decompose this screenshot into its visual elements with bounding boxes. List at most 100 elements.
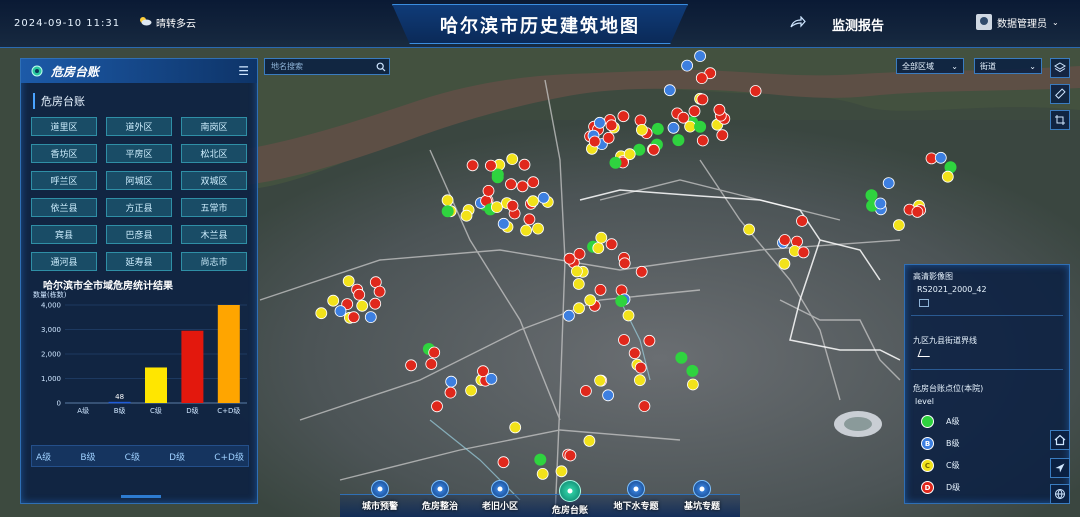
building-marker-icon[interactable] [563,252,576,265]
building-marker-icon[interactable] [588,135,601,148]
building-marker-icon[interactable] [594,283,607,296]
search-input[interactable] [265,59,372,74]
district-button[interactable]: 阿城区 [106,171,172,190]
building-marker-icon[interactable] [618,257,631,270]
building-marker-icon[interactable] [651,122,664,135]
building-marker-icon[interactable] [695,72,708,84]
building-marker-icon[interactable] [628,347,641,360]
grade-tab[interactable]: D级 [169,450,185,463]
building-marker-icon[interactable] [595,231,608,244]
bottom-nav-item[interactable]: 地下水专题 [612,480,660,512]
district-button[interactable]: 道里区 [31,117,97,136]
building-marker-icon[interactable] [564,449,577,462]
building-marker-icon[interactable] [696,93,709,106]
building-marker-icon[interactable] [675,351,688,364]
building-marker-icon[interactable] [428,346,441,359]
building-marker-icon[interactable] [441,205,454,218]
bottom-nav-item[interactable]: 基坑专题 [678,480,726,512]
building-marker-icon[interactable] [882,177,895,190]
building-marker-icon[interactable] [425,358,438,370]
building-marker-icon[interactable] [941,170,954,183]
street-select[interactable]: 街道 ⌄ [974,58,1042,74]
building-marker-icon[interactable] [584,294,597,307]
building-marker-icon[interactable] [687,378,699,391]
bottom-nav-item[interactable]: 老旧小区 [476,480,524,512]
home-button[interactable] [1050,430,1070,450]
building-marker-icon[interactable] [509,421,522,434]
building-marker-icon[interactable] [484,159,497,172]
district-button[interactable]: 宾县 [31,225,97,244]
building-marker-icon[interactable] [636,123,648,136]
building-marker-icon[interactable] [609,156,622,169]
grade-tab[interactable]: A级 [36,450,51,463]
building-marker-icon[interactable] [605,238,618,251]
building-marker-icon[interactable] [373,285,386,298]
grade-tab[interactable]: C+D级 [214,450,244,463]
building-marker-icon[interactable] [602,131,615,144]
district-button[interactable]: 香坊区 [31,144,97,163]
building-marker-icon[interactable] [563,309,575,322]
building-marker-icon[interactable] [353,288,366,301]
building-marker-icon[interactable] [594,374,606,387]
building-marker-icon[interactable] [466,159,479,172]
building-marker-icon[interactable] [583,434,596,447]
district-button[interactable]: 通河县 [31,252,97,271]
building-marker-icon[interactable] [647,143,660,156]
building-marker-icon[interactable] [617,110,630,123]
building-marker-icon[interactable] [778,257,791,270]
building-marker-icon[interactable] [749,85,762,97]
district-button[interactable]: 道外区 [106,117,172,136]
district-button[interactable]: 依兰县 [31,198,97,217]
building-marker-icon[interactable] [506,199,519,212]
building-marker-icon[interactable] [369,297,382,310]
place-search-box[interactable] [264,58,390,75]
building-marker-icon[interactable] [622,309,635,322]
building-marker-icon[interactable] [460,209,473,222]
building-marker-icon[interactable] [615,295,628,307]
building-marker-icon[interactable] [516,180,529,193]
district-button[interactable]: 木兰县 [181,225,247,244]
user-menu[interactable]: 数据管理员 ⌄ [976,14,1059,30]
layers-tool-button[interactable] [1050,58,1070,78]
building-marker-icon[interactable] [490,201,503,214]
area-select[interactable]: 全部区域 ⌄ [896,58,964,74]
building-marker-icon[interactable] [364,311,377,324]
building-marker-icon[interactable] [663,84,676,97]
building-marker-icon[interactable] [445,375,458,388]
grade-tab[interactable]: C级 [125,450,140,463]
building-marker-icon[interactable] [327,294,340,307]
building-marker-icon[interactable] [618,334,630,346]
globe-button[interactable] [1050,484,1070,504]
building-marker-icon[interactable] [635,265,648,278]
district-button[interactable]: 双城区 [181,171,247,190]
building-marker-icon[interactable] [334,305,347,318]
building-marker-icon[interactable] [688,105,701,118]
building-marker-icon[interactable] [485,372,498,385]
district-button[interactable]: 五常市 [181,198,247,217]
building-marker-icon[interactable] [506,153,519,166]
building-marker-icon[interactable] [797,246,810,259]
building-marker-icon[interactable] [477,365,489,378]
grade-tab[interactable]: B级 [80,450,95,463]
building-marker-icon[interactable] [536,467,549,480]
building-marker-icon[interactable] [534,453,547,466]
building-marker-icon[interactable] [315,307,328,320]
building-marker-icon[interactable] [743,223,755,236]
building-marker-icon[interactable] [602,389,614,402]
building-marker-icon[interactable] [686,364,699,377]
building-marker-icon[interactable] [537,191,550,204]
crop-tool-button[interactable] [1050,110,1070,130]
building-marker-icon[interactable] [593,116,606,129]
building-marker-icon[interactable] [520,224,532,237]
building-marker-icon[interactable] [482,184,495,197]
building-marker-icon[interactable] [634,361,647,374]
district-button[interactable]: 方正县 [106,198,172,217]
building-marker-icon[interactable] [523,213,536,226]
building-marker-icon[interactable] [405,359,418,372]
district-button[interactable]: 尚志市 [181,252,247,271]
building-marker-icon[interactable] [911,205,924,218]
building-marker-icon[interactable] [444,386,457,399]
district-button[interactable]: 呼兰区 [31,171,97,190]
building-marker-icon[interactable] [713,103,726,116]
building-marker-icon[interactable] [573,247,586,260]
